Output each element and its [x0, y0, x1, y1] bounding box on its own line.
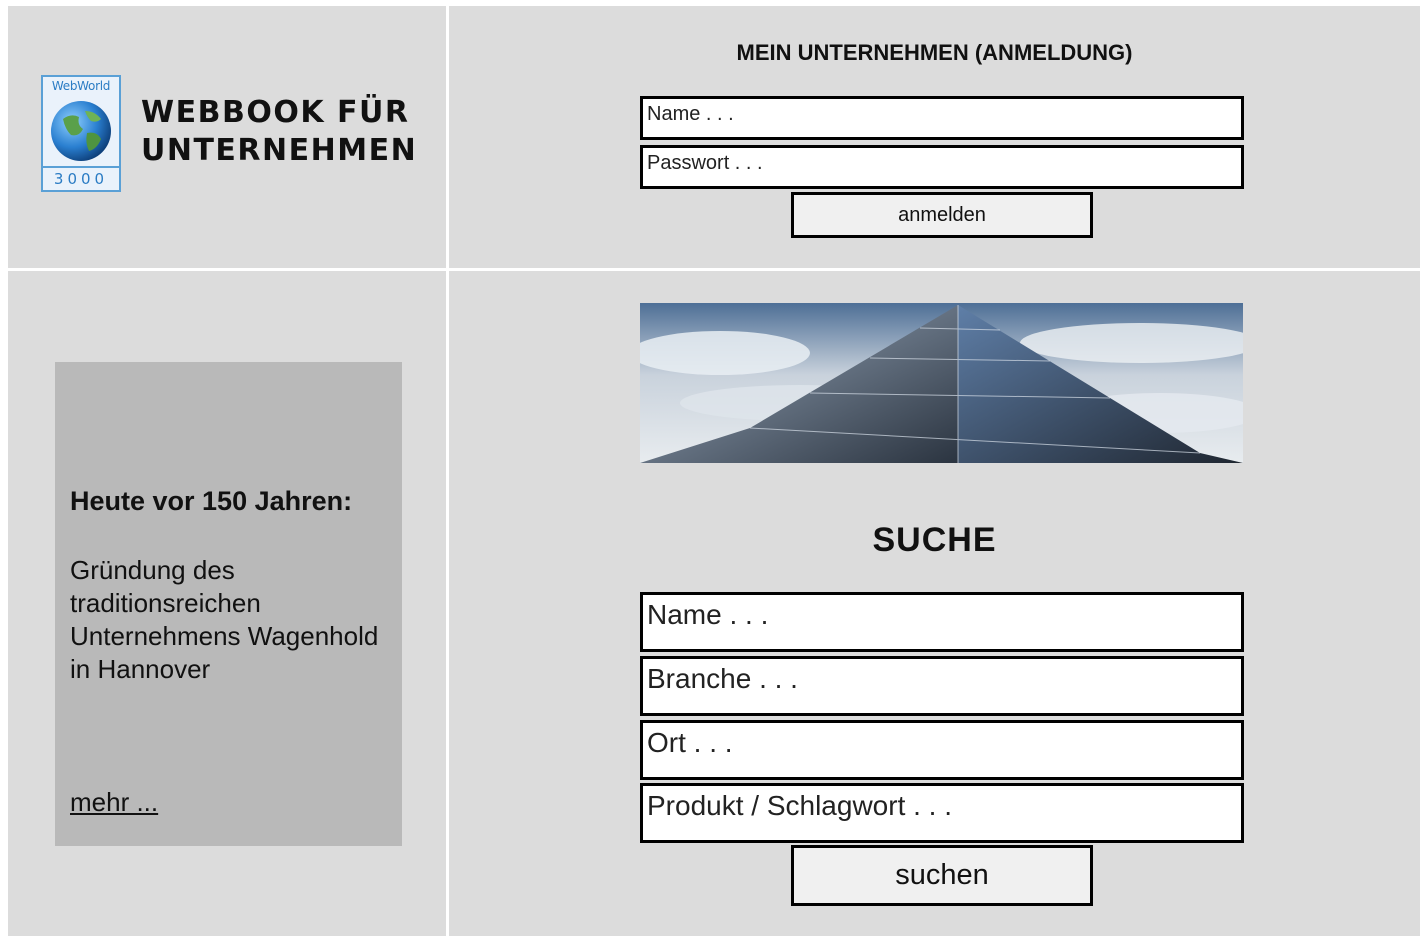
search-branche-field[interactable]: Branche . . .: [640, 656, 1244, 716]
building-hero-image: [640, 303, 1243, 463]
login-panel: MEIN UNTERNEHMEN (ANMELDUNG) Name . . . …: [449, 6, 1420, 268]
site-title-line1: WEBBOOK FÜR: [141, 95, 410, 130]
logo-badge-bottom-text: 3000: [43, 166, 119, 190]
search-name-field[interactable]: Name . . .: [640, 592, 1244, 652]
news-text: Gründung des traditionsreichen Unternehm…: [70, 555, 379, 684]
news-panel: Heute vor 150 Jahren: Gründung des tradi…: [8, 271, 446, 936]
search-produkt-field[interactable]: Produkt / Schlagwort . . .: [640, 783, 1244, 843]
news-heading: Heute vor 150 Jahren:: [70, 486, 353, 516]
webworld-logo-badge[interactable]: WebWorld 3000: [41, 75, 121, 192]
logo-badge-top-text: WebWorld: [51, 79, 111, 93]
search-panel: SUCHE Name . . . Branche . . . Ort . . .…: [449, 271, 1420, 936]
globe-icon: [51, 101, 111, 161]
login-name-field[interactable]: Name . . .: [640, 96, 1244, 140]
logo-panel: WebWorld 3000 WEBBOOK FÜR UNTERNEHMEN: [8, 6, 446, 268]
login-button[interactable]: anmelden: [791, 192, 1093, 238]
search-button[interactable]: suchen: [791, 845, 1093, 906]
site-title: WEBBOOK FÜR UNTERNEHMEN: [141, 94, 417, 170]
news-more-link[interactable]: mehr ...: [70, 786, 158, 819]
search-ort-field[interactable]: Ort . . .: [640, 720, 1244, 780]
news-box: Heute vor 150 Jahren: Gründung des tradi…: [55, 362, 402, 846]
login-password-field[interactable]: Passwort . . .: [640, 145, 1244, 189]
login-heading: MEIN UNTERNEHMEN (ANMELDUNG): [736, 40, 1133, 65]
site-title-line2: UNTERNEHMEN: [141, 133, 418, 168]
search-heading: SUCHE: [872, 521, 997, 559]
